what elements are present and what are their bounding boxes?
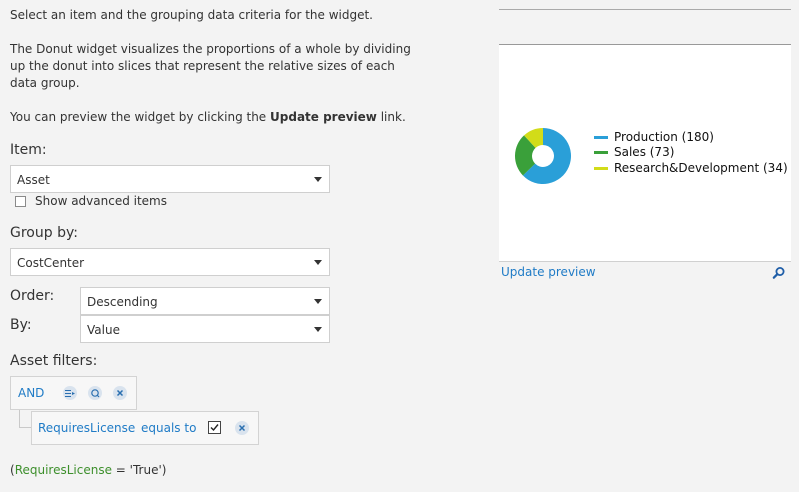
condition-value-checkbox[interactable] (208, 421, 221, 434)
chevron-down-icon (314, 299, 322, 304)
item-label: Item: (10, 142, 47, 158)
filter-group-and: AND (10, 376, 137, 410)
condition-operator-link[interactable]: equals to (141, 421, 196, 435)
top-divider (499, 9, 791, 10)
intro-line-1: Select an item and the grouping data cri… (10, 8, 373, 22)
widget-preview-panel: Production (180) Sales (73) Research&Dev… (499, 44, 791, 262)
intro-line-3-suffix: link. (376, 110, 406, 124)
expression-rest: = 'True') (111, 463, 167, 477)
intro-line-3-bold: Update preview (270, 110, 377, 124)
item-select-value: Asset (17, 173, 50, 187)
order-select[interactable]: Descending (80, 287, 330, 315)
legend-swatch-sales (594, 151, 608, 154)
expression-field: RequiresLicense (14, 463, 112, 477)
search-icon[interactable] (772, 265, 786, 279)
tree-connector-vertical (19, 410, 20, 427)
by-select-value: Value (87, 323, 120, 337)
group-by-select-value: CostCenter (17, 256, 85, 270)
add-group-icon[interactable] (88, 386, 102, 400)
order-select-value: Descending (87, 295, 158, 309)
intro-line-3-prefix: You can preview the widget by clicking t… (10, 110, 271, 124)
condition-field-link[interactable]: RequiresLicense (38, 421, 135, 435)
chevron-down-icon (314, 260, 322, 265)
intro-line-3: You can preview the widget by clicking t… (10, 109, 430, 126)
remove-group-icon[interactable] (113, 386, 127, 400)
and-operator-link[interactable]: AND (18, 386, 44, 400)
group-by-label: Group by: (10, 225, 78, 241)
intro-line-2: The Donut widget visualizes the proporti… (10, 42, 411, 90)
update-preview-link[interactable]: Update preview (501, 265, 596, 279)
add-condition-icon[interactable] (63, 386, 77, 400)
by-select[interactable]: Value (80, 315, 330, 343)
legend-item-production: Production (180) (614, 130, 714, 144)
chevron-down-icon (314, 327, 322, 332)
legend-swatch-production (594, 136, 608, 139)
tree-connector-horizontal (19, 427, 31, 428)
order-label: Order: (10, 288, 55, 304)
item-select[interactable]: Asset (10, 165, 330, 193)
filter-condition-row: RequiresLicense equals to (31, 411, 259, 445)
chevron-down-icon (314, 177, 322, 182)
by-label: By: (10, 317, 32, 333)
show-advanced-label: Show advanced items (35, 194, 167, 208)
show-advanced-checkbox[interactable] (15, 196, 26, 207)
filter-expression: (RequiresLicense = 'True') (10, 463, 166, 477)
donut-chart (515, 128, 571, 184)
legend-item-rnd: Research&Development (34) (614, 161, 788, 175)
legend-swatch-rnd (594, 167, 608, 170)
remove-condition-icon[interactable] (235, 421, 249, 435)
legend-item-sales: Sales (73) (614, 145, 675, 159)
group-by-select[interactable]: CostCenter (10, 248, 330, 276)
asset-filters-label: Asset filters: (10, 353, 98, 369)
